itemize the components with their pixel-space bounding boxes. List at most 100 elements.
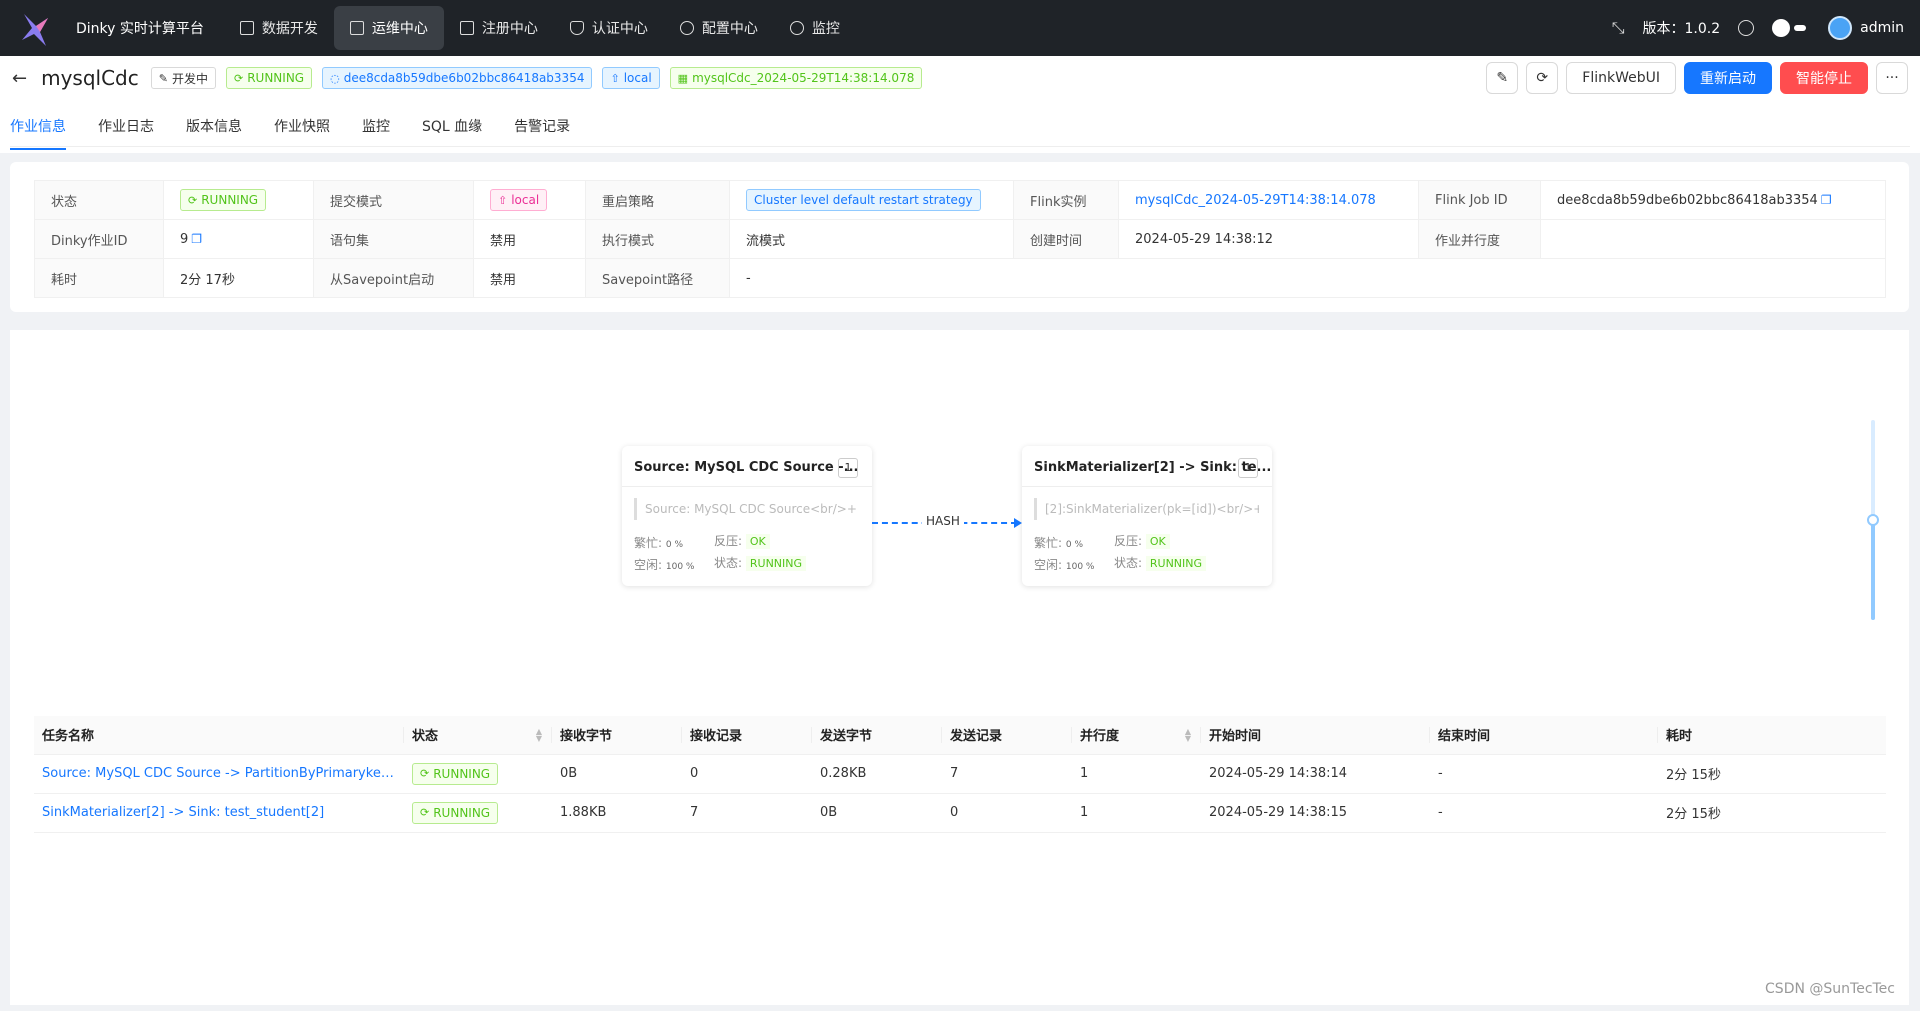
status-badge: ⟳ RUNNING [180, 189, 267, 211]
graph-node-source[interactable]: Source: MySQL CDC Source -... 1 Source: … [622, 446, 872, 586]
exec-mode-value: 流模式 [729, 219, 1014, 259]
recv-records-cell: 0 [682, 754, 812, 794]
label-status: 状态 [34, 180, 164, 220]
node-parallelism: 1 [1238, 458, 1258, 478]
dinky-job-id-value: 9 [180, 231, 189, 247]
parallelism-cell: 1 [1072, 754, 1201, 794]
brand-title: Dinky 实时计算平台 [76, 21, 204, 37]
send-bytes-cell: 0.28KB [812, 754, 942, 794]
sort-icon: ▲ ▼ [535, 727, 542, 743]
col-start-time: 开始时间 [1201, 716, 1430, 755]
nav-auth-center[interactable]: 认证中心 [554, 6, 664, 50]
nav-config-center[interactable]: 配置中心 [664, 6, 774, 50]
sync-icon: ⟳ [188, 193, 198, 207]
graph-edge-hash: HASH [872, 513, 1022, 533]
col-recv-bytes: 接收字节 [552, 716, 682, 755]
col-status[interactable]: 状态 ▲ ▼ [404, 716, 552, 755]
job-id-tag: ◌ dee8cda8b59dbe6b02bbc86418ab3354 [322, 67, 593, 89]
node-busy: 繁忙: 0 % [634, 536, 684, 550]
more-button[interactable]: ··· [1876, 62, 1908, 94]
job-tabs: 作业信息 作业日志 版本信息 作业快照 监控 SQL 血缘 告警记录 [10, 108, 602, 150]
nav-monitor[interactable]: 监控 [774, 6, 856, 50]
copy-icon[interactable]: ❐ [191, 232, 202, 246]
col-recv-records: 接收记录 [682, 716, 812, 755]
from-savepoint-value: 禁用 [473, 258, 586, 298]
user-name[interactable]: admin [1860, 20, 1904, 36]
nav-register-center[interactable]: 注册中心 [444, 6, 554, 50]
watermark: CSDN @SunTecTec [1765, 981, 1895, 997]
edge-label: HASH [922, 514, 964, 528]
gauge-icon [789, 21, 804, 35]
nav-ops-center[interactable]: 运维中心 [333, 6, 444, 50]
edit-icon: ✎ [158, 71, 168, 85]
smart-stop-button[interactable]: 智能停止 [1780, 62, 1868, 94]
back-arrow-icon[interactable]: ← [12, 68, 27, 89]
status-badge: ⟳ RUNNING [225, 67, 313, 89]
tab-job-snapshot[interactable]: 作业快照 [274, 108, 330, 148]
fullscreen-icon[interactable]: ⤡ [1612, 18, 1625, 38]
zoom-slider[interactable] [1867, 420, 1879, 620]
dev-tag: ✎ 开发中 [150, 67, 216, 89]
job-parallelism-value [1540, 219, 1886, 259]
avatar[interactable] [1828, 16, 1853, 40]
restart-button[interactable]: 重新启动 [1684, 62, 1772, 94]
label-savepoint-path: Savepoint路径 [585, 258, 730, 298]
dashboard-icon [349, 21, 364, 35]
flink-webui-button[interactable]: FlinkWebUI [1566, 62, 1676, 94]
theme-toggle[interactable] [1772, 18, 1810, 38]
node-backpressure: 反压: OK [714, 532, 770, 549]
copy-icon[interactable]: ❐ [1821, 193, 1832, 207]
parallelism-cell: 1 [1072, 793, 1201, 833]
job-title: mysqlCdc [41, 66, 139, 90]
node-title: SinkMaterializer[2] -> Sink: te... [1034, 460, 1272, 475]
label-job-parallelism: 作业并行度 [1418, 219, 1541, 259]
recv-bytes-cell: 1.88KB [552, 793, 682, 833]
label-exec-mode: 执行模式 [585, 219, 730, 259]
refresh-button[interactable]: ⟳ [1526, 62, 1559, 94]
task-name-link[interactable]: SinkMaterializer[2] -> Sink: test_studen… [34, 793, 404, 833]
vertices-table-card: 任务名称 状态 ▲ ▼ 接收字节 接收记录 发送字节 发送记录 并行度 ▲ ▼ 开始时间… [10, 700, 1909, 1005]
end-time-cell: - [1430, 793, 1658, 833]
top-navbar: Dinky 实时计算平台 数据开发 运维中心 注册中心 认证中心 配置中心 监控… [0, 0, 1920, 56]
tab-sql-lineage[interactable]: SQL 血缘 [422, 108, 482, 148]
graph-node-sink[interactable]: SinkMaterializer[2] -> Sink: te... 1 [2]… [1022, 446, 1272, 586]
language-icon[interactable] [1738, 20, 1755, 36]
job-info-descriptions: 状态 ⟳ RUNNING 提交模式 ⇧ local 重启策略 Cluster lev… [34, 180, 1886, 298]
col-end-time: 结束时间 [1430, 716, 1658, 755]
gear-icon [679, 21, 694, 35]
node-state: 状态: RUNNING [714, 554, 807, 571]
send-bytes-cell: 0B [812, 793, 942, 833]
tab-alert-records[interactable]: 告警记录 [514, 108, 570, 148]
tab-job-info[interactable]: 作业信息 [10, 108, 66, 150]
job-header: ← mysqlCdc ✎ 开发中 ⟳ RUNNING ◌ dee8cda8b59dbe… [0, 56, 1920, 153]
sort-icon: ▲ ▼ [1184, 727, 1191, 743]
col-parallelism[interactable]: 并行度 ▲ ▼ [1072, 716, 1201, 755]
job-info-card: 状态 ⟳ RUNNING 提交模式 ⇧ local 重启策略 Cluster lev… [10, 162, 1909, 312]
col-duration: 耗时 [1658, 716, 1886, 755]
task-name-link[interactable]: Source: MySQL CDC Source -> PartitionByP… [34, 754, 404, 794]
tab-version-info[interactable]: 版本信息 [186, 108, 242, 148]
grid-icon [459, 21, 474, 35]
node-idle: 空闲: 100 % [1034, 558, 1095, 572]
label-flink-job-id: Flink Job ID [1418, 180, 1541, 220]
sync-icon: ⟳ [420, 806, 430, 819]
rocket-icon: ⇧ [610, 71, 620, 85]
instance-tag: ▦ mysqlCdc_2024-05-29T14:38:14.078 [669, 67, 923, 89]
flink-instance-link[interactable]: mysqlCdc_2024-05-29T14:38:14.078 [1135, 193, 1376, 208]
nav-data-dev[interactable]: 数据开发 [224, 6, 334, 50]
arrow-icon [1014, 518, 1022, 528]
job-graph[interactable]: Source: MySQL CDC Source -... 1 Source: … [10, 330, 1909, 700]
label-submit-mode: 提交模式 [313, 180, 474, 220]
duration-cell: 2分 15秒 [1658, 754, 1886, 794]
status-badge: ⟳ RUNNING [412, 801, 499, 824]
node-description: [2]:SinkMaterializer(pk=[id])<br/>+ [1034, 498, 1259, 520]
zoom-slider-handle[interactable] [1867, 514, 1879, 526]
submit-mode-tag: ⇧ local [490, 189, 548, 211]
dinky-logo[interactable] [20, 12, 52, 46]
tab-job-log[interactable]: 作业日志 [98, 108, 154, 148]
node-backpressure: 反压: OK [1114, 532, 1170, 549]
status-badge: ⟳ RUNNING [412, 762, 499, 785]
tab-monitor[interactable]: 监控 [362, 108, 390, 148]
duration-cell: 2分 15秒 [1658, 793, 1886, 833]
edit-button[interactable]: ✎ [1486, 62, 1519, 94]
